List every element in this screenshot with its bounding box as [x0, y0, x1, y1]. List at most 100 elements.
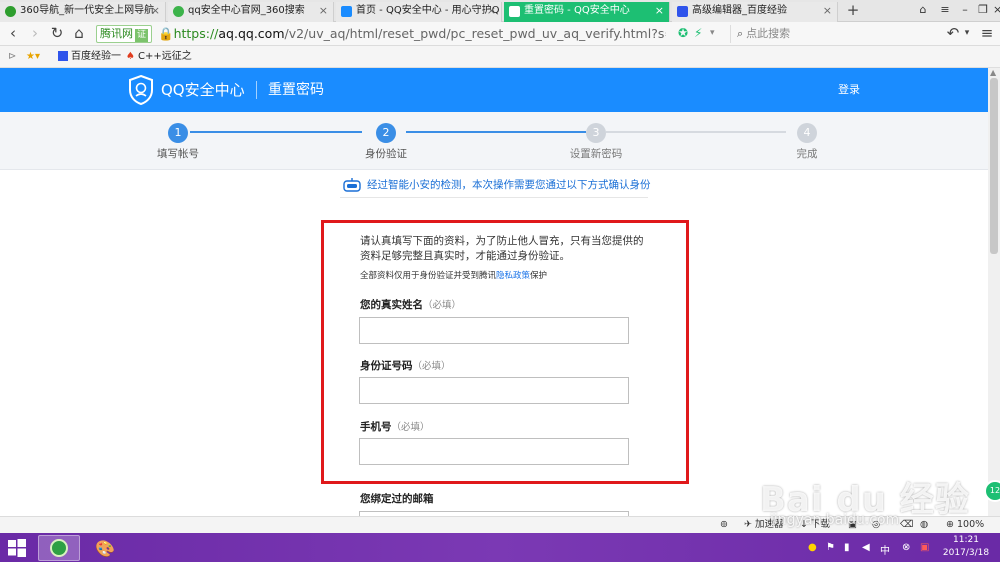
- minimize-icon[interactable]: –: [958, 3, 972, 16]
- security-check-icon[interactable]: ✪: [678, 26, 688, 40]
- taskbar-360-browser[interactable]: [38, 535, 80, 561]
- brand-name[interactable]: QQ安全中心: [161, 80, 245, 100]
- login-link[interactable]: 登录: [838, 82, 860, 98]
- qq-header: QQ安全中心 重置密码 登录: [0, 68, 988, 112]
- field-label-text: 您的真实姓名: [360, 299, 423, 311]
- phone-input[interactable]: [359, 438, 629, 465]
- browser-tab-qq-home[interactable]: 首页 - QQ安全中心 - 用心守护Q ×: [336, 2, 502, 22]
- browser-tab-360-search[interactable]: qq安全中心官网_360搜索 ×: [168, 2, 334, 22]
- tab-strip: 360导航_新一代安全上网导航 × qq安全中心官网_360搜索 × 首页 - …: [0, 0, 1000, 22]
- refresh-icon[interactable]: ↻: [48, 25, 66, 43]
- tab-title: 360导航_新一代安全上网导航: [20, 5, 155, 16]
- favorites-star-icon[interactable]: ★▾: [26, 46, 40, 68]
- address-bar: ‹ › ↻ ⌂ 腾讯网证 🔒https://aq.qq.com/v2/uv_aq…: [0, 22, 1000, 46]
- side-floating-badge[interactable]: 12: [984, 480, 1000, 502]
- privacy-note: 全部资料仅用于身份验证并受到腾讯隐私政策保护: [360, 270, 547, 282]
- qq-security-shield-icon: [129, 75, 153, 105]
- step-3-label: 设置新密码: [569, 148, 623, 160]
- bookmark-cpp[interactable]: ♠ C++远征之: [126, 46, 192, 68]
- site-identity-badge[interactable]: 腾讯网证: [96, 25, 153, 43]
- url-path: /v2/uv_aq/html/reset_pwd/pc_reset_pwd_uv…: [284, 26, 667, 41]
- tab-close-icon[interactable]: ×: [823, 2, 832, 20]
- flame-icon: ♠: [126, 51, 135, 62]
- required-hint: （必填）: [423, 300, 462, 311]
- field-label-text: 身份证号码: [360, 360, 413, 372]
- privacy-suffix: 保护: [530, 271, 548, 281]
- tab-close-icon[interactable]: ×: [319, 2, 328, 20]
- qq-shield-icon: [509, 6, 520, 17]
- tray-image-icon[interactable]: ▣: [920, 542, 929, 553]
- url-scheme: https://: [173, 26, 219, 41]
- clock-date: 2017/3/18: [942, 548, 990, 558]
- tab-title: 首页 - QQ安全中心 - 用心守护Q: [356, 5, 500, 16]
- tab-title: qq安全中心官网_360搜索: [188, 5, 305, 16]
- step-4-circle: 4: [797, 123, 817, 143]
- certificate-badge: 证: [135, 29, 149, 42]
- real-name-input[interactable]: [359, 317, 629, 344]
- notice-text: 经过智能小安的检测，本次操作需要您通过以下方式确认身份: [367, 179, 651, 191]
- qq-shield-icon: [341, 6, 352, 17]
- vertical-scrollbar[interactable]: ▲: [988, 68, 1000, 516]
- clock-time: 11:21: [953, 535, 979, 545]
- browser-tab-baidu-editor[interactable]: 高级编辑器_百度经验 ×: [672, 2, 838, 22]
- tray-ime-icon[interactable]: 中: [880, 542, 890, 557]
- windows-taskbar: 🎨 ● ⚑ ▮ ◀ 中 ⊗ ▣ 11:21 2017/3/18: [0, 533, 1000, 562]
- shirt-skin-icon[interactable]: ⌂: [916, 3, 930, 16]
- site-badge-label: 腾讯网: [100, 27, 133, 40]
- verification-notice: 经过智能小安的检测，本次操作需要您通过以下方式确认身份: [343, 178, 651, 192]
- close-window-icon[interactable]: ×: [993, 3, 1000, 16]
- speed-mode-icon[interactable]: ⚡: [694, 26, 702, 40]
- restore-icon[interactable]: ❐: [976, 3, 990, 16]
- tray-volume-icon[interactable]: ◀: [862, 542, 870, 553]
- tray-close-icon[interactable]: ⊗: [902, 542, 910, 553]
- browser-menu-icon[interactable]: ≡: [978, 25, 996, 43]
- 360-browser-icon: [50, 539, 68, 557]
- url-input[interactable]: 🔒https://aq.qq.com/v2/uv_aq/html/reset_p…: [154, 25, 666, 43]
- tray-flag-icon[interactable]: ⚑: [826, 542, 835, 553]
- rocket-icon: ✈: [744, 519, 752, 530]
- tray-360-icon[interactable]: ●: [808, 542, 817, 553]
- dropdown-chevron-icon[interactable]: ▾: [710, 28, 715, 38]
- scroll-up-icon[interactable]: ▲: [990, 68, 996, 77]
- search-input[interactable]: ⌕ 点此搜索: [730, 25, 935, 43]
- step-connector-3-4: [606, 131, 786, 133]
- tab-title: 高级编辑器_百度经验: [692, 5, 787, 16]
- screenshot-icon[interactable]: ⊚: [720, 517, 728, 533]
- home-icon[interactable]: ⌂: [70, 25, 88, 43]
- windows-start-icon[interactable]: [8, 539, 26, 557]
- step-2-circle: 2: [376, 123, 396, 143]
- step-1-label: 填写帐号: [157, 148, 199, 160]
- progress-steps: 1 2 3 4 填写帐号 身份验证 设置新密码 完成: [0, 112, 988, 170]
- required-hint: （必填）: [412, 361, 451, 372]
- tab-title: 重置密码 - QQ安全中心: [524, 5, 630, 16]
- tab-close-icon[interactable]: ×: [151, 2, 160, 20]
- id-number-input[interactable]: [359, 377, 629, 404]
- forward-icon[interactable]: ›: [26, 25, 44, 43]
- url-domain: aq.qq.com: [218, 26, 285, 41]
- undo-menu-chevron-icon[interactable]: ▾: [958, 25, 976, 43]
- sidebar-toggle-icon[interactable]: ⊳: [8, 46, 16, 68]
- back-icon[interactable]: ‹: [4, 25, 22, 43]
- new-tab-button[interactable]: +: [845, 2, 861, 20]
- tab-close-icon[interactable]: ×: [655, 2, 664, 20]
- page-title: 重置密码: [268, 82, 324, 98]
- bookmark-label: C++远征之: [137, 51, 192, 62]
- system-clock[interactable]: 11:21 2017/3/18: [938, 534, 994, 560]
- page-viewport: QQ安全中心 重置密码 登录 1 2 3 4 填写帐号 身份验证 设置新密码 完…: [0, 68, 988, 516]
- baidu-watermark-url: jingyan.baidu.com: [770, 512, 900, 528]
- browser-tab-reset-password[interactable]: 重置密码 - QQ安全中心 ×: [504, 2, 670, 22]
- menu-icon[interactable]: ≡: [938, 3, 952, 16]
- tray-network-icon[interactable]: ▮: [844, 542, 850, 553]
- scrollbar-thumb[interactable]: [990, 78, 998, 254]
- field-label-text: 您绑定过的邮箱: [360, 493, 434, 505]
- baidu-paw-icon: [58, 51, 68, 61]
- bookmark-label: 百度经验一: [71, 51, 121, 62]
- search-placeholder: 点此搜索: [746, 27, 791, 40]
- lock-icon: 🔒: [158, 26, 174, 41]
- privacy-policy-link[interactable]: 隐私政策: [496, 271, 530, 281]
- browser-tab-360-nav[interactable]: 360导航_新一代安全上网导航 ×: [0, 2, 166, 22]
- taskbar-paint[interactable]: 🎨: [84, 535, 126, 561]
- tab-close-icon[interactable]: ×: [487, 2, 496, 20]
- bookmark-baidu-jingyan[interactable]: 百度经验一: [58, 46, 121, 68]
- step-connector-1-2: [190, 131, 362, 133]
